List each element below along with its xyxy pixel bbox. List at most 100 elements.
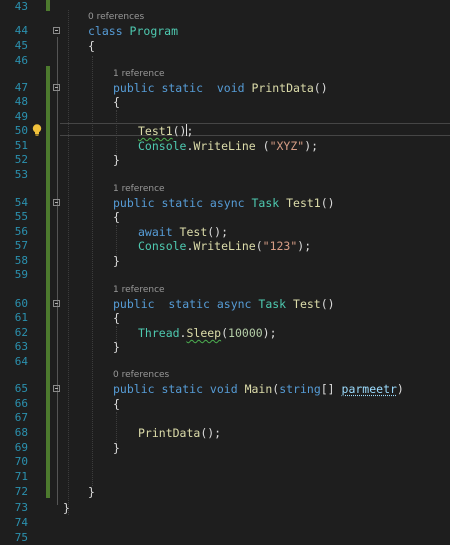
code-token: await — [138, 225, 180, 239]
code-token: public static void — [113, 382, 245, 396]
code-line[interactable]: 69} — [0, 441, 450, 455]
code-text: } — [113, 153, 120, 167]
code-line[interactable]: 62 Thread.Sleep(10000); — [0, 326, 450, 340]
code-token: Test1 — [138, 124, 173, 138]
code-token: (); — [207, 225, 229, 239]
line-number: 47 — [14, 81, 28, 94]
code-text: public static void Main(string[] parmeet… — [113, 382, 404, 396]
code-token: ) — [396, 382, 404, 396]
code-line[interactable]: 46 — [0, 54, 450, 68]
code-line[interactable]: 67 — [0, 411, 450, 425]
collapse-icon[interactable] — [53, 27, 60, 34]
code-token: ); — [304, 139, 319, 153]
line-number: 66 — [14, 397, 28, 410]
code-token: Console — [138, 239, 187, 253]
code-text: { — [113, 397, 120, 411]
code-text: public static void PrintData() — [113, 81, 328, 95]
code-lens-references[interactable]: 1 reference — [113, 184, 165, 194]
code-token: string — [279, 382, 321, 396]
code-line[interactable]: 57 Console.WriteLine("123"); — [0, 239, 450, 253]
code-token: { — [113, 311, 120, 325]
line-number: 44 — [14, 24, 28, 37]
code-line[interactable]: 52} — [0, 153, 450, 167]
line-number: 46 — [14, 54, 28, 67]
line-number: 51 — [14, 139, 28, 152]
code-token: } — [113, 254, 120, 268]
code-line[interactable]: 58} — [0, 254, 450, 268]
code-line[interactable]: 59 — [0, 268, 450, 282]
code-text: class Program — [88, 24, 178, 38]
line-number: 50 — [14, 124, 28, 137]
code-text: public static async Task Test1() — [113, 196, 335, 210]
code-line[interactable]: 60 public static async Task Test() — [0, 297, 450, 311]
code-text: } — [113, 340, 120, 354]
code-line[interactable]: 61 { — [0, 311, 450, 325]
code-line[interactable]: 51 Console.WriteLine ("XYZ"); — [0, 139, 450, 153]
code-lens-references[interactable]: 1 reference — [113, 69, 165, 79]
code-line[interactable]: 72} — [0, 485, 450, 499]
line-number: 57 — [14, 239, 28, 252]
code-editor[interactable]: 0 references 1 reference 1 reference 1 r… — [0, 0, 450, 544]
code-line[interactable]: 75 — [0, 531, 450, 545]
code-lens-references[interactable]: 1 reference — [113, 285, 165, 295]
code-line[interactable]: 70 — [0, 455, 450, 469]
line-number: 64 — [14, 355, 28, 368]
code-token: Task — [258, 297, 294, 311]
line-number: 53 — [14, 168, 28, 181]
code-line[interactable]: 47 public static void PrintData() — [0, 81, 450, 95]
code-line[interactable]: 53 — [0, 168, 450, 182]
code-text: await Test(); — [138, 225, 228, 239]
line-number: 60 — [14, 297, 28, 310]
code-text: } — [63, 501, 70, 515]
code-token: Test — [293, 297, 321, 311]
code-line[interactable]: 44 class Program — [0, 24, 450, 38]
code-token: parmeetr — [341, 382, 397, 396]
code-token: Program — [129, 24, 179, 38]
code-line[interactable]: 45 { — [0, 39, 450, 53]
code-line[interactable]: 49 — [0, 110, 450, 124]
code-line[interactable]: 66 { — [0, 397, 450, 411]
code-line[interactable]: 48 { — [0, 95, 450, 109]
code-line[interactable]: 50 Test1(); — [0, 124, 450, 138]
code-line[interactable]: 73} — [0, 501, 450, 515]
code-token: ); — [297, 239, 312, 253]
code-line[interactable]: 63} — [0, 340, 450, 354]
code-token: () — [313, 81, 328, 95]
code-token: "123" — [262, 239, 298, 253]
collapse-icon[interactable] — [53, 199, 60, 206]
code-line[interactable]: 65 public static void Main(string[] parme… — [0, 382, 450, 396]
code-line[interactable]: 64 — [0, 355, 450, 369]
code-token: { — [113, 210, 120, 224]
collapse-icon[interactable] — [53, 84, 60, 91]
code-token: } — [113, 153, 120, 167]
code-token: ); — [262, 326, 277, 340]
code-token: Thread — [138, 326, 180, 340]
code-text: { — [113, 210, 120, 224]
code-token: { — [113, 397, 120, 411]
code-text: PrintData(); — [138, 426, 221, 440]
line-number: 71 — [14, 470, 28, 483]
code-line[interactable]: 56 await Test(); — [0, 225, 450, 239]
collapse-icon[interactable] — [53, 385, 60, 392]
code-line[interactable]: 74 — [0, 516, 450, 530]
code-line[interactable]: 54 public static async Task Test1() — [0, 196, 450, 210]
code-token: Main — [244, 382, 273, 396]
code-line[interactable]: 71 — [0, 470, 450, 484]
code-text: } — [113, 254, 120, 268]
code-token: Sleep — [186, 326, 222, 340]
code-token: Console — [138, 139, 187, 153]
code-token: ( — [255, 239, 263, 253]
code-token: ( — [221, 326, 229, 340]
code-lens-references[interactable]: 0 references — [113, 370, 169, 380]
line-number: 43 — [14, 0, 28, 13]
code-token: class — [88, 24, 130, 38]
code-line[interactable]: 68 PrintData(); — [0, 426, 450, 440]
code-token: Task — [251, 196, 287, 210]
line-number: 67 — [14, 411, 28, 424]
collapse-icon[interactable] — [53, 300, 60, 307]
code-line[interactable]: 55 { — [0, 210, 450, 224]
code-token: () — [320, 196, 335, 210]
code-token: } — [113, 441, 120, 455]
code-token: } — [113, 340, 120, 354]
code-line[interactable]: 43 — [0, 0, 450, 14]
